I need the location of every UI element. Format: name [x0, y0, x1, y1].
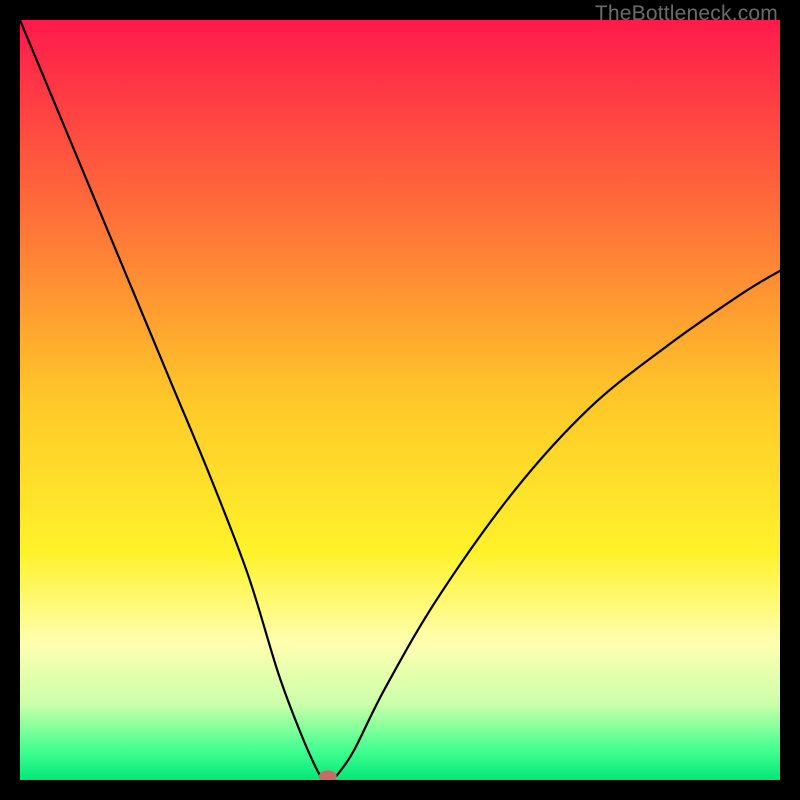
- chart-frame: TheBottleneck.com: [0, 0, 800, 800]
- plot-area: [20, 20, 780, 780]
- chart-background: [20, 20, 780, 780]
- chart-svg: [20, 20, 780, 780]
